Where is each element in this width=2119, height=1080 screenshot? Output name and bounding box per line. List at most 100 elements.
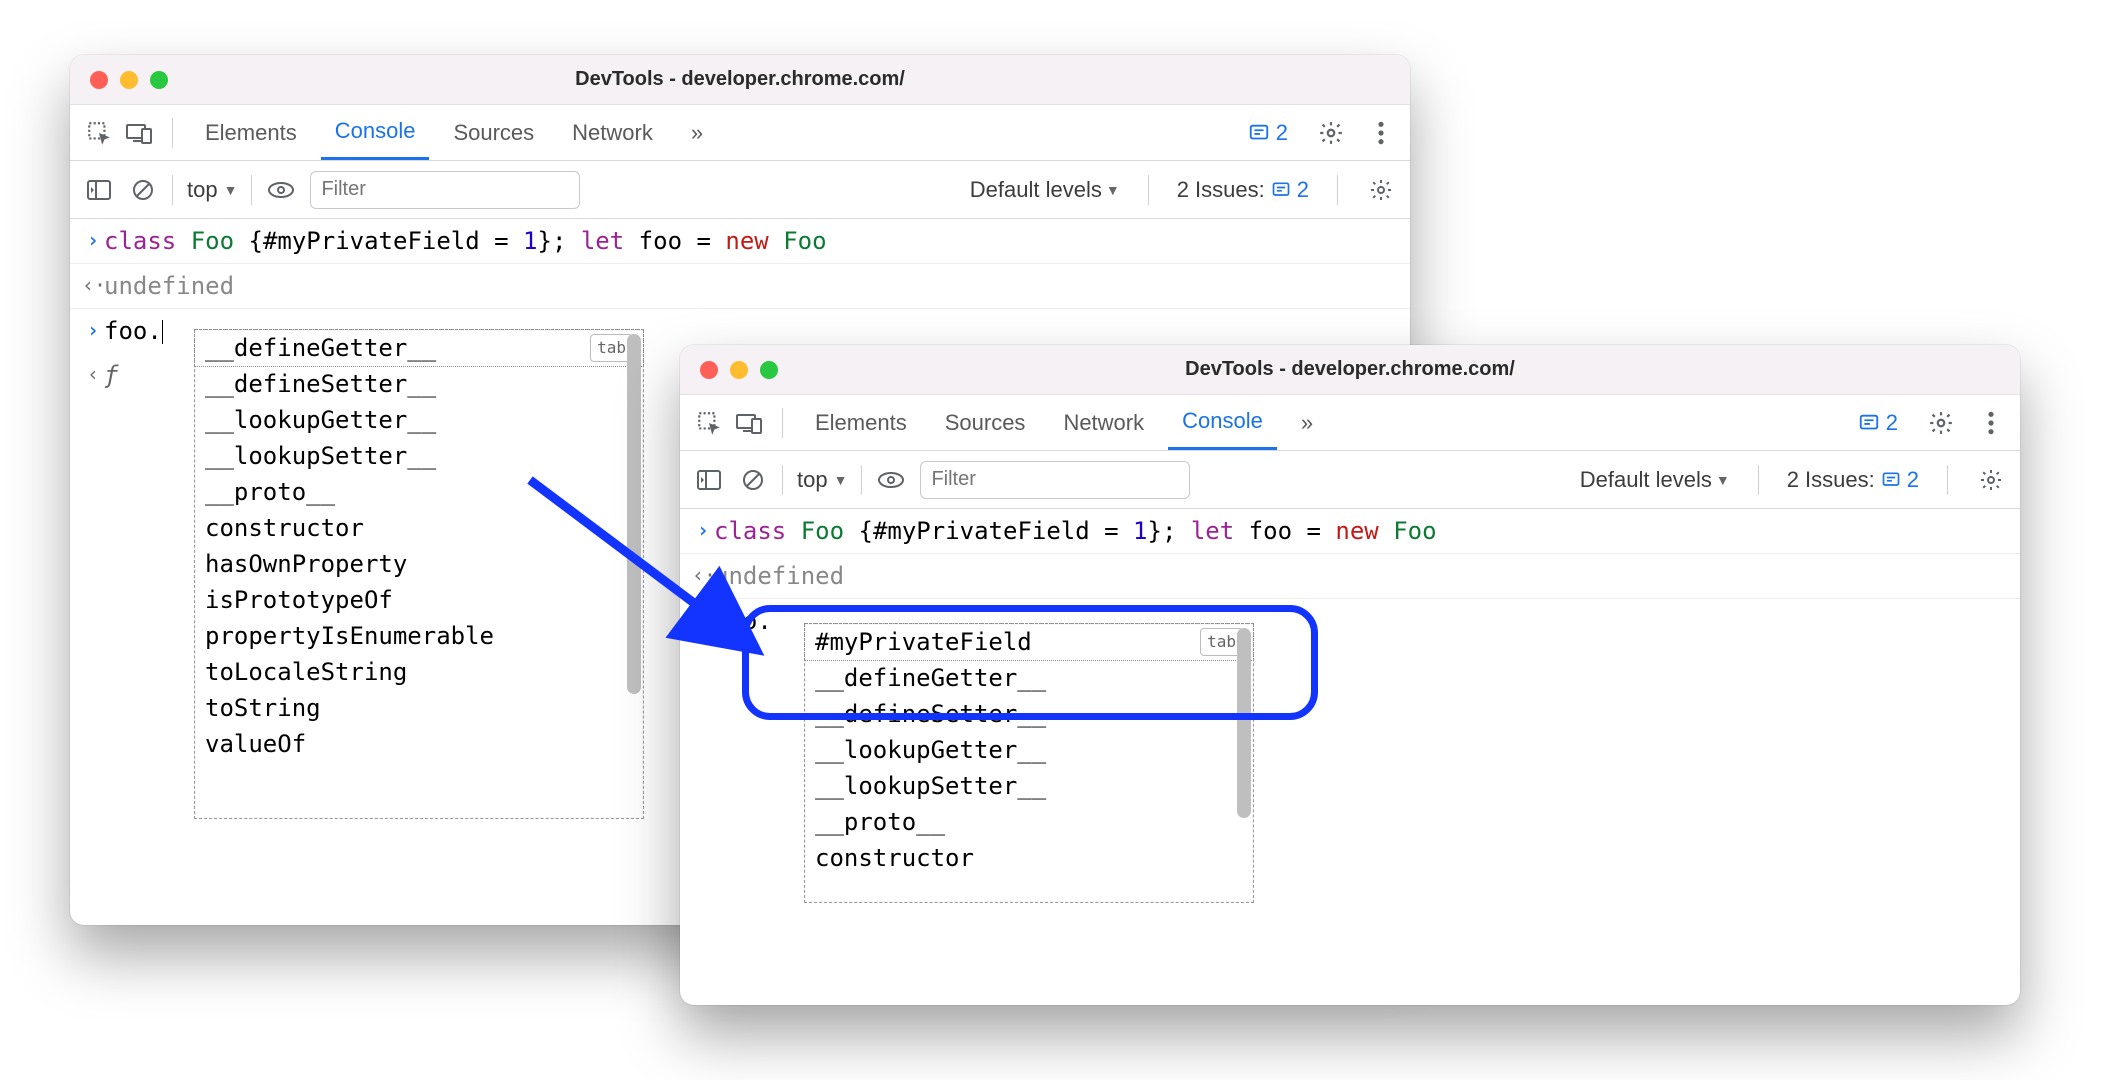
autocomplete-item[interactable]: __lookupSetter__ [195,438,643,474]
device-toggle-icon[interactable] [734,408,764,438]
tabs-overflow[interactable]: » [1287,395,1327,450]
divider [861,465,862,495]
tab-console[interactable]: Console [1168,395,1277,450]
console-settings-icon[interactable] [1366,175,1396,205]
console-toolbar: top ▼ Default levels ▼ 2 Issues: 2 [70,161,1410,219]
autocomplete-item[interactable]: toString [195,690,643,726]
autocomplete-item[interactable]: constructor [805,840,1253,876]
chevron-down-icon: ▼ [834,472,848,488]
autocomplete-item[interactable]: constructor [195,510,643,546]
autocomplete-item[interactable]: __defineSetter__ [195,366,643,402]
tab-elements[interactable]: Elements [801,395,921,450]
autocomplete-item-label: __defineGetter__ [205,330,436,366]
live-expression-icon[interactable] [876,465,906,495]
context-selector[interactable]: top ▼ [797,467,847,493]
console-input-code: class Foo {#myPrivateField = 1}; let foo… [104,223,827,259]
zoom-icon[interactable] [150,71,168,89]
context-label: top [187,177,218,203]
scrollbar[interactable] [627,334,641,814]
autocomplete-item[interactable]: __proto__ [195,474,643,510]
settings-icon[interactable] [1316,118,1346,148]
console-settings-icon[interactable] [1976,465,2006,495]
tab-sources[interactable]: Sources [439,105,548,160]
context-selector[interactable]: top ▼ [187,177,237,203]
input-prompt-icon: › [692,603,714,635]
clear-console-icon[interactable] [738,465,768,495]
autocomplete-item[interactable]: __lookupGetter__ [805,732,1253,768]
device-toggle-icon[interactable] [124,118,154,148]
kebab-menu-icon[interactable] [1976,408,2006,438]
settings-icon[interactable] [1926,408,1956,438]
autocomplete-item[interactable]: __defineSetter__ [805,696,1253,732]
tabs-overflow[interactable]: » [677,105,717,160]
divider [251,175,252,205]
levels-label: Default levels [1580,467,1712,493]
kebab-menu-icon[interactable] [1366,118,1396,148]
clear-console-icon[interactable] [128,175,158,205]
tab-network[interactable]: Network [1049,395,1158,450]
filter-input[interactable] [920,461,1190,499]
issues-count: 2 [1297,177,1309,203]
divider [1337,175,1338,205]
minimize-icon[interactable] [120,71,138,89]
log-levels-selector[interactable]: Default levels ▼ [1580,467,1730,493]
log-levels-selector[interactable]: Default levels ▼ [970,177,1120,203]
divider [782,465,783,495]
tab-network[interactable]: Network [558,105,667,160]
autocomplete-item[interactable]: __lookupGetter__ [195,402,643,438]
autocomplete-item[interactable]: valueOf [195,726,643,762]
filter-input[interactable] [310,171,580,209]
levels-label: Default levels [970,177,1102,203]
inspect-icon[interactable] [84,118,114,148]
sidebar-toggle-icon[interactable] [694,465,724,495]
autocomplete-popup[interactable]: __defineGetter__ tab __defineSetter__ __… [194,329,644,819]
scrollbar[interactable] [1237,628,1251,898]
close-icon[interactable] [700,361,718,379]
inspect-icon[interactable] [694,408,724,438]
console-result-row: ‹· undefined [70,264,1410,309]
issues-count: 2 [1907,467,1919,493]
divider [1947,465,1948,495]
autocomplete-item[interactable]: __lookupSetter__ [805,768,1253,804]
divider [782,408,783,438]
input-prompt-icon: › [82,223,104,255]
sidebar-toggle-icon[interactable] [84,175,114,205]
zoom-icon[interactable] [760,361,778,379]
issues-indicator[interactable]: 2 [1248,120,1288,146]
console-prompt-text: foo. [104,313,163,349]
minimize-icon[interactable] [730,361,748,379]
divider [172,118,173,148]
autocomplete-item[interactable]: isPrototypeOf [195,582,643,618]
panel-tabbar: Elements Console Sources Network » 2 [70,105,1410,161]
autocomplete-item-label: #myPrivateField [815,624,1032,660]
live-expression-icon[interactable] [266,175,296,205]
chevron-down-icon: ▼ [224,182,238,198]
autocomplete-item[interactable]: #myPrivateField tab [804,623,1254,661]
autocomplete-item[interactable]: propertyIsEnumerable [195,618,643,654]
autocomplete-item[interactable]: hasOwnProperty [195,546,643,582]
console-input-row: › class Foo {#myPrivateField = 1}; let f… [680,509,2020,554]
issues-label: 2 Issues: [1177,177,1265,203]
devtools-window-after: DevTools - developer.chrome.com/ Element… [680,345,2020,1005]
console-prompt-text: foo. [714,603,772,639]
autocomplete-popup[interactable]: #myPrivateField tab __defineGetter__ __d… [804,623,1254,903]
issues-link[interactable]: 2 Issues: 2 [1787,467,1919,493]
close-icon[interactable] [90,71,108,89]
console-input-row: › class Foo {#myPrivateField = 1}; let f… [70,219,1410,264]
console-result-row: ‹· undefined [680,554,2020,599]
autocomplete-item[interactable]: __proto__ [805,804,1253,840]
issues-link[interactable]: 2 Issues: 2 [1177,177,1309,203]
tab-elements[interactable]: Elements [191,105,311,160]
chevron-down-icon: ▼ [1716,472,1730,488]
autocomplete-item[interactable]: __defineGetter__ [805,660,1253,696]
input-prompt-icon: › [82,313,104,345]
tab-console[interactable]: Console [321,105,430,160]
tab-sources[interactable]: Sources [931,395,1040,450]
issues-indicator[interactable]: 2 [1858,410,1898,436]
window-title: DevTools - developer.chrome.com/ [70,68,1410,91]
panel-tabbar: Elements Sources Network Console » 2 [680,395,2020,451]
divider [1758,465,1759,495]
autocomplete-item[interactable]: __defineGetter__ tab [194,329,644,367]
autocomplete-item[interactable]: toLocaleString [195,654,643,690]
divider [172,175,173,205]
